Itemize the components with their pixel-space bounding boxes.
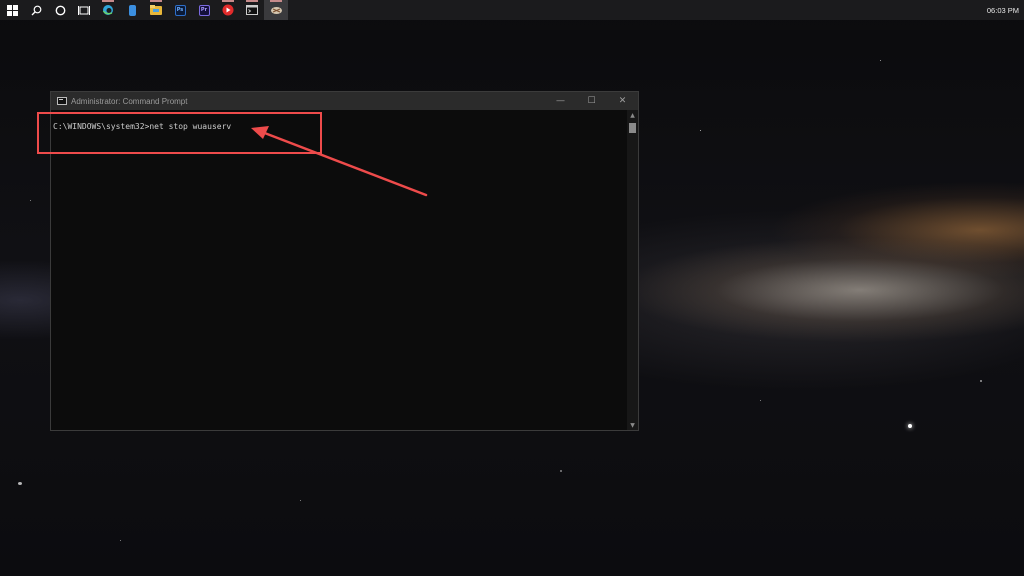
taskbar-app-command-prompt[interactable] <box>240 0 264 20</box>
edge-icon <box>102 5 113 15</box>
start-button[interactable] <box>0 0 24 20</box>
youtube-icon <box>222 4 234 16</box>
task-view-button[interactable] <box>72 0 96 20</box>
close-button[interactable]: ✕ <box>607 92 638 110</box>
maximize-button[interactable]: ☐ <box>576 92 607 110</box>
task-view-icon <box>78 5 90 15</box>
star <box>300 500 301 501</box>
command-prompt-icon <box>246 5 258 15</box>
window-controls: — ☐ ✕ <box>545 92 638 110</box>
notes-icon <box>128 4 136 16</box>
cortana-circle-icon <box>55 5 65 15</box>
command-prompt-icon <box>57 97 67 105</box>
star <box>880 60 881 61</box>
premiere-icon: Pr <box>198 4 210 16</box>
star <box>700 130 701 131</box>
scroll-up-icon[interactable]: ▲ <box>627 110 638 120</box>
taskbar-app-snip-tool[interactable] <box>264 0 288 20</box>
taskbar: Ps Pr 06:03 PM <box>0 0 1024 20</box>
minimize-button[interactable]: — <box>545 92 576 110</box>
window-titlebar[interactable]: Administrator: Command Prompt — ☐ ✕ <box>51 92 638 110</box>
scroll-thumb[interactable] <box>629 123 636 133</box>
system-clock[interactable]: 06:03 PM <box>987 0 1019 20</box>
taskbar-app-edge[interactable] <box>96 0 120 20</box>
cortana-button[interactable] <box>48 0 72 20</box>
annotation-highlight-box <box>37 112 322 154</box>
star <box>30 200 31 201</box>
taskbar-app-photoshop[interactable]: Ps <box>168 0 192 20</box>
taskbar-app-notes[interactable] <box>120 0 144 20</box>
search-button[interactable] <box>24 0 48 20</box>
snip-tool-icon <box>270 6 282 14</box>
taskbar-app-youtube[interactable] <box>216 0 240 20</box>
console-output[interactable]: C:\WINDOWS\system32>net stop wuauserv <box>51 110 627 430</box>
file-explorer-icon <box>150 5 162 15</box>
taskbar-app-premiere[interactable]: Pr <box>192 0 216 20</box>
star <box>18 482 22 485</box>
scroll-down-icon[interactable]: ▼ <box>627 420 638 430</box>
vertical-scrollbar[interactable]: ▲ ▼ <box>627 110 638 430</box>
photoshop-icon: Ps <box>174 4 186 16</box>
taskbar-app-file-explorer[interactable] <box>144 0 168 20</box>
window-title: Administrator: Command Prompt <box>71 96 188 106</box>
star <box>120 540 121 541</box>
star <box>980 380 982 382</box>
windows-logo-icon <box>6 4 18 16</box>
star <box>560 470 562 472</box>
search-icon <box>31 5 41 15</box>
star <box>908 424 912 428</box>
star <box>760 400 761 401</box>
